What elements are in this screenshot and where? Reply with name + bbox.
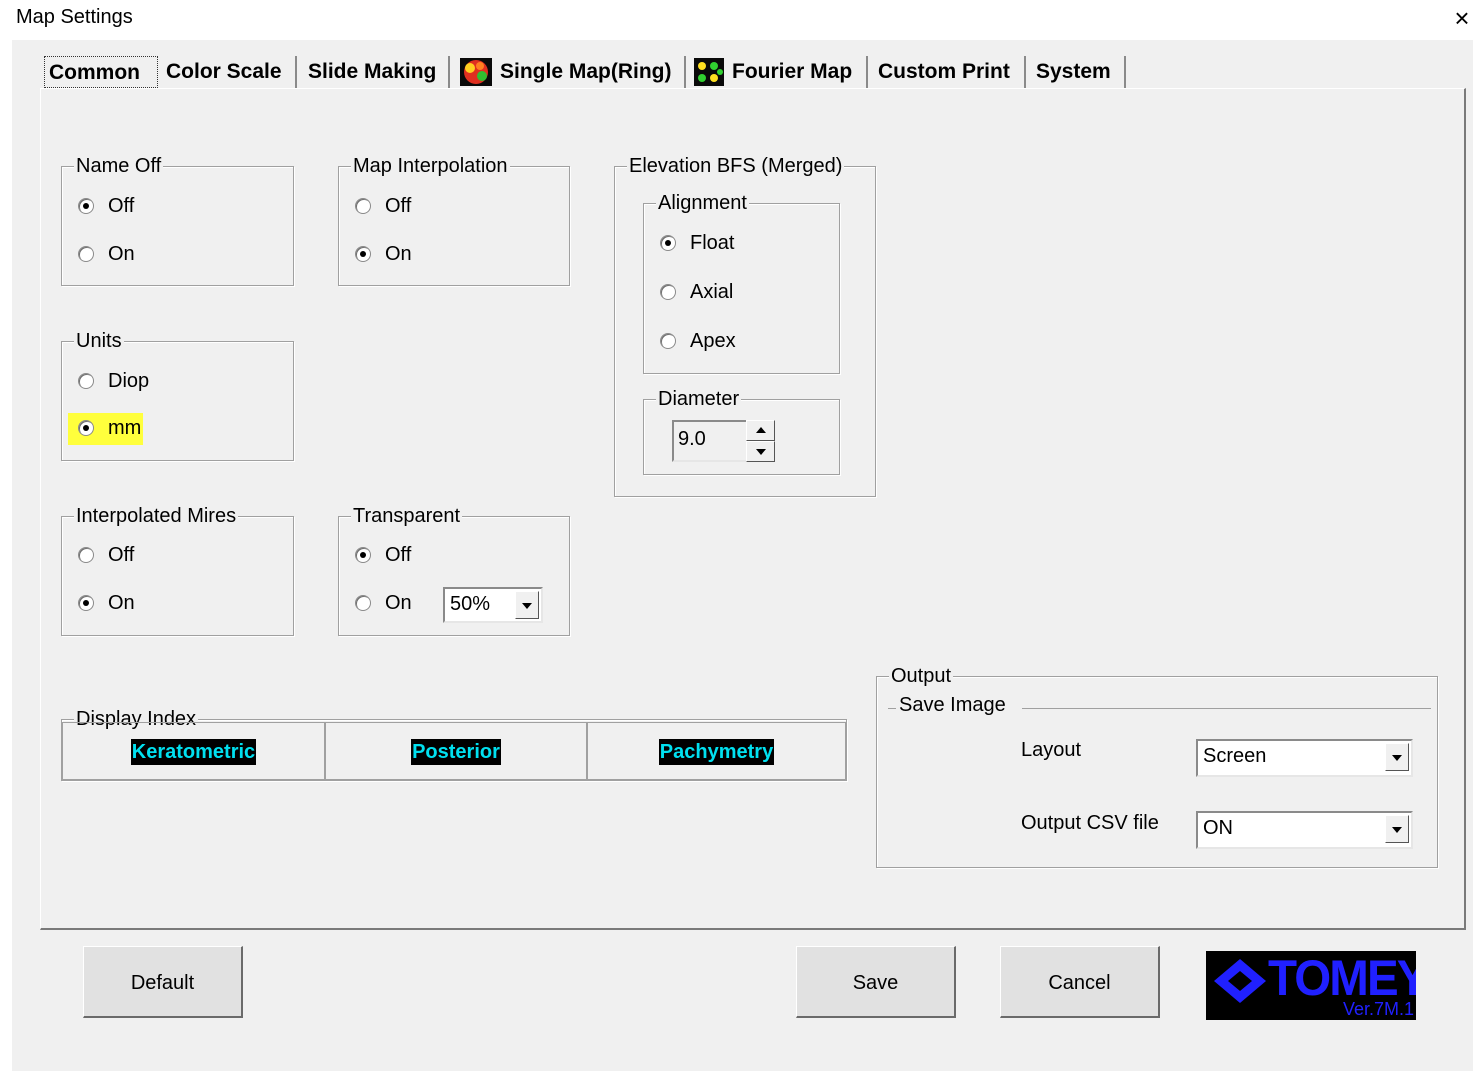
radio-label: On <box>385 243 412 265</box>
output-csv-select[interactable]: ON <box>1196 811 1413 849</box>
tab-single-map-ring[interactable]: Single Map(Ring) <box>456 56 686 88</box>
logo-version: Ver.7M.1 <box>1342 999 1414 1019</box>
fourier-map-icon <box>694 58 724 87</box>
group-label: Transparent <box>351 503 463 529</box>
radio-label: Off <box>108 544 135 566</box>
alignment-float-radio[interactable]: Float <box>660 229 734 257</box>
units-mm-radio[interactable]: mm <box>68 413 144 445</box>
tab-label: Single Map(Ring) <box>500 60 672 83</box>
radio-label: mm <box>108 417 142 439</box>
tab-label: Fourier Map <box>732 60 853 83</box>
group-label: Alignment <box>656 190 749 216</box>
tab-label: Custom Print <box>878 60 1010 83</box>
tab-label: System <box>1036 60 1111 83</box>
tab-custom-print[interactable]: Custom Print <box>874 56 1026 88</box>
index-keratometric-label: Keratometric <box>130 739 257 765</box>
radio-label: Off <box>385 195 412 217</box>
group-label: Name Off <box>74 153 164 179</box>
group-label: Interpolated Mires <box>74 503 239 529</box>
group-label: Output <box>889 663 954 689</box>
radio-selected-icon <box>355 246 371 262</box>
chevron-down-icon[interactable] <box>1385 815 1409 843</box>
tab-color-scale[interactable]: Color Scale <box>162 56 297 88</box>
tab-label: Common <box>49 61 140 84</box>
radio-label: Apex <box>690 330 736 352</box>
diameter-input[interactable]: 9.0 <box>672 420 746 462</box>
radio-icon <box>78 547 94 563</box>
radio-icon <box>78 246 94 262</box>
radio-label: Off <box>108 195 135 217</box>
transparent-percent-select[interactable]: 50% <box>443 587 543 623</box>
group-label: Units <box>74 328 124 354</box>
output-csv-label: Output CSV file <box>1021 812 1159 834</box>
layout-select[interactable]: Screen <box>1196 739 1413 777</box>
alignment-axial-radio[interactable]: Axial <box>660 278 733 306</box>
radio-selected-icon <box>78 198 94 214</box>
transparent-off-radio[interactable]: Off <box>355 541 411 569</box>
save-button[interactable]: Save <box>796 946 956 1018</box>
radio-label: On <box>385 592 412 614</box>
interpolated-mires-group: Interpolated Mires <box>61 503 294 636</box>
select-value: Screen <box>1203 745 1267 767</box>
group-label: Diameter <box>656 386 742 412</box>
transparent-on-radio[interactable]: On <box>355 589 412 617</box>
interpolated-mires-off-radio[interactable]: Off <box>78 541 134 569</box>
spin-down-icon[interactable] <box>746 441 775 462</box>
radio-label: Diop <box>108 370 150 392</box>
radio-icon <box>660 333 676 349</box>
map-interpolation-group: Map Interpolation <box>338 153 570 286</box>
units-diop-radio[interactable]: Diop <box>78 367 149 395</box>
interpolated-mires-on-radio[interactable]: On <box>78 589 135 617</box>
tomey-logo-mark-icon <box>1214 959 1266 1003</box>
radio-icon <box>78 373 94 389</box>
index-posterior-label: Posterior <box>411 739 501 765</box>
radio-selected-icon <box>660 235 676 251</box>
tab-slide-making[interactable]: Slide Making <box>304 56 450 88</box>
chevron-down-icon[interactable] <box>515 591 539 619</box>
radio-label: On <box>108 592 135 614</box>
tab-label: Slide Making <box>308 60 437 83</box>
select-value: 50% <box>450 593 491 615</box>
name-off-group: Name Off <box>61 153 294 286</box>
name-off-off-radio[interactable]: Off <box>78 192 134 220</box>
name-off-on-radio[interactable]: On <box>78 240 135 268</box>
radio-icon <box>355 198 371 214</box>
index-pachymetry-cell[interactable]: Pachymetry <box>587 722 846 780</box>
radio-selected-icon <box>355 547 371 563</box>
layout-label: Layout <box>1021 739 1082 761</box>
single-map-icon <box>460 58 492 87</box>
radio-label: On <box>108 243 135 265</box>
index-pachymetry-label: Pachymetry <box>658 739 775 765</box>
group-label: Elevation BFS (Merged) <box>627 153 845 179</box>
radio-selected-icon <box>78 420 94 436</box>
map-interpolation-on-radio[interactable]: On <box>355 240 412 268</box>
tab-system[interactable]: System <box>1032 56 1126 88</box>
radio-label: Float <box>690 232 735 254</box>
spin-up-icon[interactable] <box>746 420 775 441</box>
group-label: Map Interpolation <box>351 153 510 179</box>
chevron-down-icon[interactable] <box>1385 743 1409 771</box>
close-icon[interactable]: × <box>1452 2 1472 34</box>
radio-label: Off <box>385 544 412 566</box>
diameter-spinner[interactable]: 9.0 <box>672 420 775 462</box>
tomey-logo: TOMEY Ver.7M.1 <box>1206 951 1416 1020</box>
cancel-button[interactable]: Cancel <box>1000 946 1160 1018</box>
radio-label: Axial <box>690 281 734 303</box>
title-bar: Map Settings × <box>0 0 1473 40</box>
index-posterior-cell[interactable]: Posterior <box>325 722 587 780</box>
window-title: Map Settings <box>16 6 133 28</box>
radio-icon <box>355 595 371 611</box>
alignment-apex-radio[interactable]: Apex <box>660 327 736 355</box>
tab-label: Color Scale <box>166 60 282 83</box>
radio-selected-icon <box>78 595 94 611</box>
default-button[interactable]: Default <box>83 946 243 1018</box>
map-interpolation-off-radio[interactable]: Off <box>355 192 411 220</box>
tab-fourier-map[interactable]: Fourier Map <box>690 56 868 88</box>
select-value: ON <box>1203 817 1233 839</box>
index-keratometric-cell[interactable]: Keratometric <box>62 722 325 780</box>
tab-common[interactable]: Common <box>44 56 158 88</box>
radio-icon <box>660 284 676 300</box>
